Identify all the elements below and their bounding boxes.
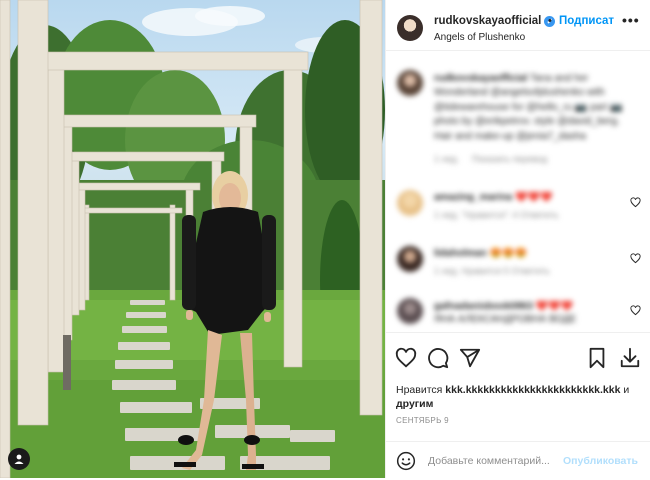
caption-time: 1 нед. [434, 154, 460, 165]
comment-row: lidaholman 😍😍😍 1 нед. Нравится 5 Ответит… [386, 246, 650, 286]
comment-meta: 1 нед. Нравится 5 Ответить [434, 266, 550, 276]
likes-user-link[interactable]: kkk.kkkkkkkkkkkkkkkkkkkkkkk.kkk [445, 384, 620, 396]
publish-button[interactable]: Опубликовать [563, 455, 638, 467]
likes-prefix: Нравится [396, 384, 443, 396]
comment-icon[interactable] [427, 347, 449, 369]
comment-avatar[interactable] [397, 298, 423, 324]
comment-row: amazing_marina ❤️❤️❤️ 1 нед. "Нравится":… [386, 190, 650, 230]
more-options-icon[interactable]: ••• [622, 12, 640, 28]
separator-dot: • [548, 15, 552, 27]
post-actions: Нравится kkk.kkkkkkkkkkkkkkkkkkkkkkk.kkk… [386, 332, 650, 479]
comment-like-heart-icon[interactable] [630, 305, 641, 316]
bookmark-icon[interactable] [586, 347, 608, 369]
author-username[interactable]: rudkovskayaofficial [434, 15, 541, 27]
comment-text: 😍😍😍 [489, 248, 527, 259]
post-date[interactable]: СЕНТЯБРЬ 9 [396, 416, 449, 425]
caption-username[interactable]: rudkovskayaofficial [434, 73, 527, 84]
comment-meta: 1 нед. "Нравится": 4 Ответить [434, 210, 559, 220]
caption: rudkovskayaofficial Tana and her Wonderl… [434, 72, 639, 167]
author-avatar[interactable] [397, 15, 423, 41]
post-photo[interactable] [0, 0, 385, 478]
user-tag-icon[interactable] [8, 448, 30, 470]
comment-avatar[interactable] [397, 246, 423, 272]
comment-username[interactable]: gafnadanisbook0863 [434, 301, 533, 312]
comment-row: gafnadanisbook0863 ❤️❤️❤️ ЯНА АЛЕКСАНДРО… [386, 298, 650, 332]
smiley-icon[interactable] [396, 451, 416, 471]
follow-button[interactable]: Подписат [559, 15, 614, 27]
caption-avatar[interactable] [397, 70, 423, 96]
garden-scene-illustration [0, 0, 385, 478]
paper-plane-icon[interactable] [459, 347, 481, 369]
download-icon[interactable] [619, 347, 641, 369]
comment-like-heart-icon[interactable] [630, 253, 641, 264]
comment-username[interactable]: amazing_marina [434, 192, 512, 203]
comments-list[interactable]: rudkovskayaofficial Tana and her Wonderl… [386, 50, 650, 332]
post-location[interactable]: Angels of Plushenko [434, 32, 525, 43]
comment-like-heart-icon[interactable] [630, 197, 641, 208]
post-header: rudkovskayaofficial ✓ • Подписат ••• Ange… [386, 0, 650, 51]
comment-avatar[interactable] [397, 190, 423, 216]
comment-text: ❤️❤️❤️ [515, 192, 553, 203]
likes-summary: Нравится kkk.kkkkkkkkkkkkkkkkkkkkkkk.kkk… [396, 383, 641, 411]
likes-suffix: и [623, 384, 630, 396]
comment-input[interactable] [428, 451, 558, 471]
comment-username[interactable]: lidaholman [434, 248, 487, 259]
heart-icon[interactable] [395, 347, 417, 369]
add-comment-bar: Опубликовать [386, 441, 650, 480]
post-side-panel: rudkovskayaofficial ✓ • Подписат ••• Ange… [385, 0, 650, 478]
likes-others-link[interactable]: другим [396, 398, 433, 410]
translate-link[interactable]: Показать перевод [472, 154, 547, 164]
